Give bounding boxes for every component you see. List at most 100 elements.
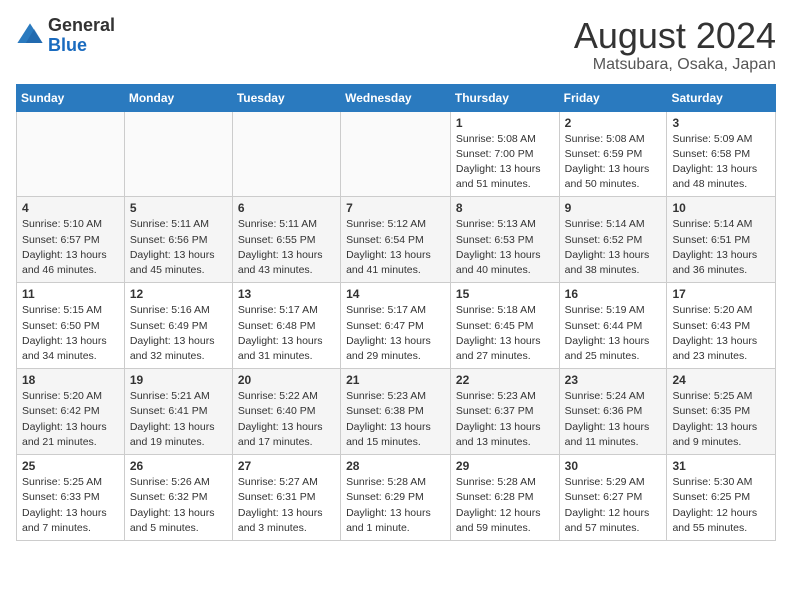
calendar-day-cell: 25 Sunrise: 5:25 AMSunset: 6:33 PMDayligh… [17,455,125,541]
weekday-header-row: SundayMondayTuesdayWednesdayThursdayFrid… [17,84,776,111]
day-number: 8 [456,201,554,215]
day-info: Sunrise: 5:26 AMSunset: 6:32 PMDaylight:… [130,475,227,536]
day-number: 19 [130,373,227,387]
day-info: Sunrise: 5:13 AMSunset: 6:53 PMDaylight:… [456,217,554,278]
day-number: 2 [565,116,662,130]
day-number: 17 [672,287,770,301]
calendar-day-cell: 27Sunrise: 5:27 AMSunset: 6:31 PMDayligh… [232,455,340,541]
day-number: 24 [672,373,770,387]
calendar-title: August 2024 [574,16,776,56]
calendar-day-cell: 26 Sunrise: 5:26 AMSunset: 6:32 PMDayligh… [124,455,232,541]
day-info: Sunrise: 5:11 AMSunset: 6:55 PMDaylight:… [238,217,335,278]
day-number: 10 [672,201,770,215]
day-info: Sunrise: 5:14 AMSunset: 6:51 PMDaylight:… [672,217,770,278]
calendar-day-cell: 16Sunrise: 5:19 AMSunset: 6:44 PMDayligh… [559,283,667,369]
day-number: 1 [456,116,554,130]
day-info: Sunrise: 5:28 AMSunset: 6:29 PMDaylight:… [346,475,445,536]
logo: General Blue [16,16,115,56]
calendar-day-cell: 19 Sunrise: 5:21 AMSunset: 6:41 PMDayligh… [124,369,232,455]
calendar-day-cell [17,111,125,197]
day-info: Sunrise: 5:15 AMSunset: 6:50 PMDaylight:… [22,303,119,364]
day-info: Sunrise: 5:23 AMSunset: 6:37 PMDaylight:… [456,389,554,450]
calendar-day-cell: 18 Sunrise: 5:20 AMSunset: 6:42 PMDayligh… [17,369,125,455]
calendar-day-cell: 5 Sunrise: 5:11 AMSunset: 6:56 PMDaylight… [124,197,232,283]
day-number: 28 [346,459,445,473]
weekday-header: Tuesday [232,84,340,111]
weekday-header: Monday [124,84,232,111]
calendar-day-cell: 3 Sunrise: 5:09 AMSunset: 6:58 PMDaylight… [667,111,776,197]
day-number: 26 [130,459,227,473]
day-number: 20 [238,373,335,387]
day-info: Sunrise: 5:11 AMSunset: 6:56 PMDaylight:… [130,217,227,278]
day-info: Sunrise: 5:17 AMSunset: 6:48 PMDaylight:… [238,303,335,364]
calendar-week-row: 11Sunrise: 5:15 AMSunset: 6:50 PMDayligh… [17,283,776,369]
day-number: 31 [672,459,770,473]
day-number: 27 [238,459,335,473]
calendar-day-cell: 28 Sunrise: 5:28 AMSunset: 6:29 PMDayligh… [341,455,451,541]
day-info: Sunrise: 5:14 AMSunset: 6:52 PMDaylight:… [565,217,662,278]
day-info: Sunrise: 5:25 AMSunset: 6:33 PMDaylight:… [22,475,119,536]
calendar-day-cell: 6 Sunrise: 5:11 AMSunset: 6:55 PMDaylight… [232,197,340,283]
weekday-header: Thursday [450,84,559,111]
calendar-day-cell: 23Sunrise: 5:24 AMSunset: 6:36 PMDayligh… [559,369,667,455]
day-number: 30 [565,459,662,473]
day-info: Sunrise: 5:25 AMSunset: 6:35 PMDaylight:… [672,389,770,450]
calendar-table: SundayMondayTuesdayWednesdayThursdayFrid… [16,84,776,541]
day-info: Sunrise: 5:20 AMSunset: 6:42 PMDaylight:… [22,389,119,450]
calendar-day-cell: 9 Sunrise: 5:14 AMSunset: 6:52 PMDaylight… [559,197,667,283]
calendar-day-cell [232,111,340,197]
calendar-day-cell: 13 Sunrise: 5:17 AMSunset: 6:48 PMDayligh… [232,283,340,369]
calendar-day-cell: 12Sunrise: 5:16 AMSunset: 6:49 PMDayligh… [124,283,232,369]
calendar-week-row: 18 Sunrise: 5:20 AMSunset: 6:42 PMDayligh… [17,369,776,455]
calendar-day-cell: 14 Sunrise: 5:17 AMSunset: 6:47 PMDayligh… [341,283,451,369]
day-info: Sunrise: 5:08 AMSunset: 7:00 PMDaylight:… [456,132,554,193]
day-info: Sunrise: 5:12 AMSunset: 6:54 PMDaylight:… [346,217,445,278]
day-number: 22 [456,373,554,387]
calendar-day-cell: 20Sunrise: 5:22 AMSunset: 6:40 PMDayligh… [232,369,340,455]
day-info: Sunrise: 5:17 AMSunset: 6:47 PMDaylight:… [346,303,445,364]
calendar-day-cell [124,111,232,197]
day-info: Sunrise: 5:08 AMSunset: 6:59 PMDaylight:… [565,132,662,193]
day-number: 9 [565,201,662,215]
calendar-day-cell: 21 Sunrise: 5:23 AMSunset: 6:38 PMDayligh… [341,369,451,455]
day-number: 13 [238,287,335,301]
title-block: August 2024 Matsubara, Osaka, Japan [574,16,776,74]
day-number: 15 [456,287,554,301]
calendar-day-cell: 1 Sunrise: 5:08 AMSunset: 7:00 PMDaylight… [450,111,559,197]
day-info: Sunrise: 5:24 AMSunset: 6:36 PMDaylight:… [565,389,662,450]
calendar-week-row: 4 Sunrise: 5:10 AMSunset: 6:57 PMDaylight… [17,197,776,283]
day-info: Sunrise: 5:23 AMSunset: 6:38 PMDaylight:… [346,389,445,450]
day-number: 29 [456,459,554,473]
day-number: 3 [672,116,770,130]
calendar-day-cell: 15Sunrise: 5:18 AMSunset: 6:45 PMDayligh… [450,283,559,369]
calendar-day-cell: 30Sunrise: 5:29 AMSunset: 6:27 PMDayligh… [559,455,667,541]
day-info: Sunrise: 5:16 AMSunset: 6:49 PMDaylight:… [130,303,227,364]
calendar-day-cell: 29 Sunrise: 5:28 AMSunset: 6:28 PMDayligh… [450,455,559,541]
day-info: Sunrise: 5:28 AMSunset: 6:28 PMDaylight:… [456,475,554,536]
calendar-day-cell: 11Sunrise: 5:15 AMSunset: 6:50 PMDayligh… [17,283,125,369]
weekday-header: Wednesday [341,84,451,111]
day-number: 4 [22,201,119,215]
calendar-week-row: 1 Sunrise: 5:08 AMSunset: 7:00 PMDaylight… [17,111,776,197]
calendar-day-cell: 22 Sunrise: 5:23 AMSunset: 6:37 PMDayligh… [450,369,559,455]
day-number: 25 [22,459,119,473]
day-number: 6 [238,201,335,215]
page-header: General Blue August 2024 Matsubara, Osak… [16,16,776,74]
calendar-day-cell: 7Sunrise: 5:12 AMSunset: 6:54 PMDaylight… [341,197,451,283]
day-info: Sunrise: 5:20 AMSunset: 6:43 PMDaylight:… [672,303,770,364]
calendar-day-cell: 31Sunrise: 5:30 AMSunset: 6:25 PMDayligh… [667,455,776,541]
day-info: Sunrise: 5:09 AMSunset: 6:58 PMDaylight:… [672,132,770,193]
calendar-day-cell: 17 Sunrise: 5:20 AMSunset: 6:43 PMDayligh… [667,283,776,369]
day-number: 14 [346,287,445,301]
calendar-day-cell: 8 Sunrise: 5:13 AMSunset: 6:53 PMDaylight… [450,197,559,283]
calendar-day-cell [341,111,451,197]
day-number: 5 [130,201,227,215]
calendar-week-row: 25 Sunrise: 5:25 AMSunset: 6:33 PMDayligh… [17,455,776,541]
day-number: 18 [22,373,119,387]
day-info: Sunrise: 5:21 AMSunset: 6:41 PMDaylight:… [130,389,227,450]
day-number: 21 [346,373,445,387]
logo-line1: General [48,16,115,36]
day-info: Sunrise: 5:10 AMSunset: 6:57 PMDaylight:… [22,217,119,278]
calendar-day-cell: 2 Sunrise: 5:08 AMSunset: 6:59 PMDaylight… [559,111,667,197]
weekday-header: Saturday [667,84,776,111]
